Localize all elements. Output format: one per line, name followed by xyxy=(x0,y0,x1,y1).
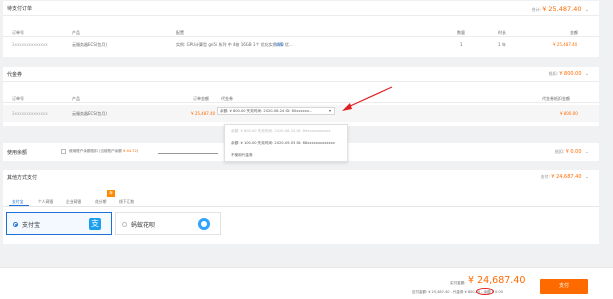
pay-label: 支付: xyxy=(540,174,551,179)
col-coupon: 代金券 xyxy=(221,96,233,101)
actual-pay-label: 实付金额: xyxy=(450,281,466,285)
pay-option-alipay[interactable]: 支付宝 支 xyxy=(6,212,112,235)
deduct-amount: ¥ 0.00 xyxy=(565,149,582,155)
tab-offline-transfer[interactable]: 线下汇款 xyxy=(119,199,134,205)
coupon-select[interactable]: 余额: ¥ 800.00 失效时间: 2020-06-24 ID: 60xxxx… xyxy=(217,107,335,115)
coupon-card: 代金券 抵扣: ¥ 800.00 ⌄ 订单号 产品 订单金额 代金券 代金券抵扣… xyxy=(3,67,599,126)
product: 云服务器ECS(包月) xyxy=(72,42,107,47)
balance-suffix: ) xyxy=(136,149,139,153)
col-coupon-deduct: 代金券抵扣金额 xyxy=(542,96,570,101)
balance-deduct: 抵扣: ¥ 0.00 ⌄ xyxy=(555,149,589,155)
card-header: 代金券 抵扣: ¥ 800.00 ⌄ xyxy=(3,67,599,82)
col-order-no: 订单号 xyxy=(12,96,24,101)
duration: 1 年 xyxy=(498,42,506,47)
row-amount: ¥ 25,487.40 xyxy=(553,42,578,47)
radio-selected-icon[interactable] xyxy=(13,222,18,227)
coupon-option[interactable]: 余额: ¥ 100.00 失效时间: 2020-09-03 ID: 68xxxx… xyxy=(231,141,335,146)
chevron-down-icon[interactable]: ⌄ xyxy=(585,71,589,77)
checkout-footer: 实付金额: ¥ 24,687.40 应付金额: ¥ 25,487.40 - 代金… xyxy=(0,267,613,299)
col-order-no: 订单号 xyxy=(12,30,24,35)
alipay-icon: 支 xyxy=(89,218,101,230)
balance-value: ¥ 44.72 xyxy=(123,149,137,153)
annotation-circle xyxy=(476,288,494,295)
coupon-dropdown: 余额: ¥ 800.00 失效时间: 2020-06-24 ID: 60xxxx… xyxy=(224,124,348,162)
total-amount: ¥ 25,487.40 xyxy=(542,5,582,13)
coupon-select-value: 余额: ¥ 800.00 失效时间: 2020-06-24 ID: 60xxxx… xyxy=(220,109,313,113)
actual-pay-amount: ¥ 24,687.40 xyxy=(468,275,526,286)
deduct-amount: ¥ 800.00 xyxy=(559,71,582,77)
card-header: 待支付订单 合计: ¥ 25,487.40 ⌄ xyxy=(3,1,599,16)
tab-installment[interactable]: 花分期 xyxy=(95,199,106,205)
pending-orders-card: 待支付订单 合计: ¥ 25,487.40 ⌄ 订单号 产品 配置 数量 时长 … xyxy=(3,1,599,57)
use-balance-checkbox[interactable] xyxy=(61,149,66,154)
radio-icon[interactable] xyxy=(122,222,127,227)
chevron-down-icon[interactable]: ⌄ xyxy=(585,7,589,13)
annotation-arrow xyxy=(342,86,393,111)
tab-corporate-bank[interactable]: 企业网银 xyxy=(66,199,81,205)
balance-title: 使用余额 xyxy=(7,150,28,156)
pay-option-huabei[interactable]: 蚂蚁花呗 xyxy=(115,212,221,235)
balance-bar xyxy=(158,153,218,154)
pay-button[interactable]: 支付 xyxy=(540,279,588,294)
use-balance-text: 使用账户余额抵扣 (当前账户余额 xyxy=(69,149,122,153)
pay-option-label: 蚂蚁花呗 xyxy=(131,222,156,229)
pay-option-label: 支付宝 xyxy=(22,222,41,229)
col-qty: 数量 xyxy=(457,30,465,35)
deduct-label: 抵扣: xyxy=(554,149,565,154)
coupon-deduct-amount: ¥ 800.00 xyxy=(560,111,578,116)
payment-amount: 支付: ¥ 24,687.40 ⌄ xyxy=(541,174,589,180)
deduct-label: 抵扣: xyxy=(548,71,558,76)
col-product: 产品 xyxy=(72,30,80,35)
chevron-down-icon[interactable]: ⌄ xyxy=(585,174,589,180)
col-product: 产品 xyxy=(72,96,80,101)
order-no: 2xxxxxxxxxxxxxx xyxy=(12,111,48,116)
product: 云服务器ECS(包月) xyxy=(72,111,107,116)
pending-orders-title: 待支付订单 xyxy=(7,6,33,12)
tab-divider xyxy=(3,206,599,207)
qty: 1 xyxy=(460,42,463,47)
coupon-deduct: 抵扣: ¥ 800.00 ⌄ xyxy=(549,71,589,77)
card-header: 其他方式支付 支付: ¥ 24,687.40 ⌄ xyxy=(3,170,599,185)
coupon-option[interactable]: 余额: ¥ 800.00 失效时间: 2020-06-24 ID: 60xxxx… xyxy=(231,129,331,134)
order-no: 2xxxxxxxxxxxxxx xyxy=(12,42,48,47)
huabei-icon xyxy=(198,218,210,230)
order-amount: ¥ 25,487.40 xyxy=(191,111,216,116)
col-order-amount: 订单金额 xyxy=(193,96,209,101)
table-header: 订单号 产品 订单金额 代金券 代金券抵扣金额 xyxy=(3,93,599,103)
pending-total: 合计: ¥ 25,487.40 ⌄ xyxy=(532,5,589,13)
table-header: 订单号 产品 配置 数量 时长 金额 xyxy=(3,27,599,37)
use-balance-label: 使用账户余额抵扣 (当前账户余额 ¥ 44.72) xyxy=(69,149,138,154)
pay-amount-value: ¥ 24,687.40 xyxy=(551,174,582,180)
coupon-option-none[interactable]: 不使用代金券 xyxy=(231,153,253,158)
tab-personal-bank[interactable]: 个人网银 xyxy=(38,199,53,205)
total-label: 合计: xyxy=(531,7,541,12)
coupon-title: 代金券 xyxy=(7,72,23,78)
chevron-down-icon[interactable]: ⌄ xyxy=(585,149,589,155)
col-config: 配置 xyxy=(176,30,184,35)
recommend-badge: 荐 xyxy=(107,190,115,197)
col-duration: 时长 xyxy=(498,30,506,35)
col-amount: 金额 xyxy=(570,30,578,35)
config-detail-link[interactable]: 详情 xyxy=(275,42,283,48)
payment-title: 其他方式支付 xyxy=(7,175,38,181)
